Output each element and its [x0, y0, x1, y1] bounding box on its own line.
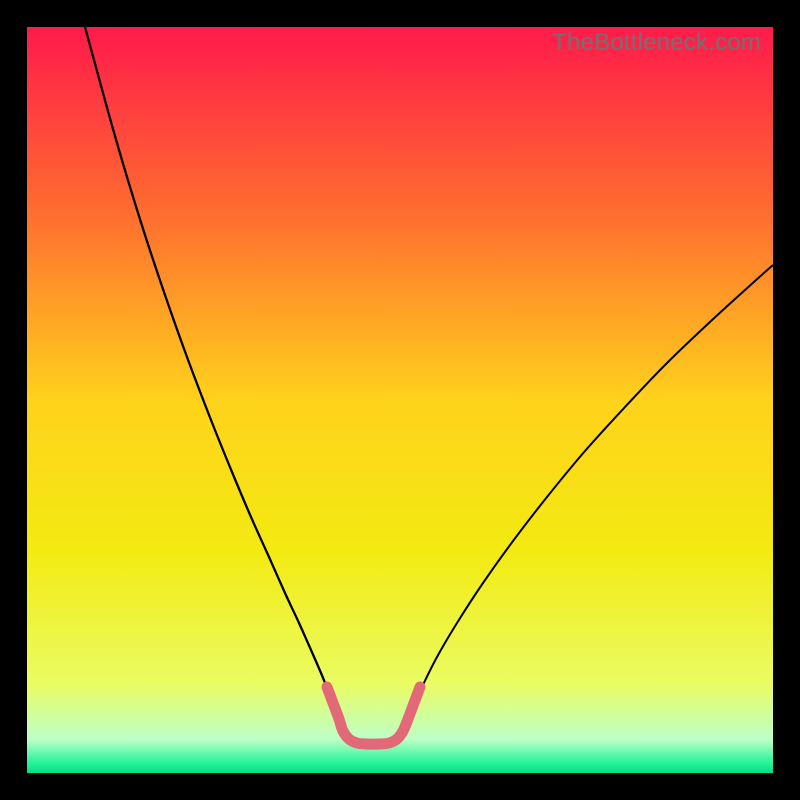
bottleneck-chart	[27, 27, 773, 773]
gradient-background	[27, 27, 773, 773]
chart-frame: TheBottleneck.com	[27, 27, 773, 773]
watermark-text: TheBottleneck.com	[552, 29, 761, 57]
